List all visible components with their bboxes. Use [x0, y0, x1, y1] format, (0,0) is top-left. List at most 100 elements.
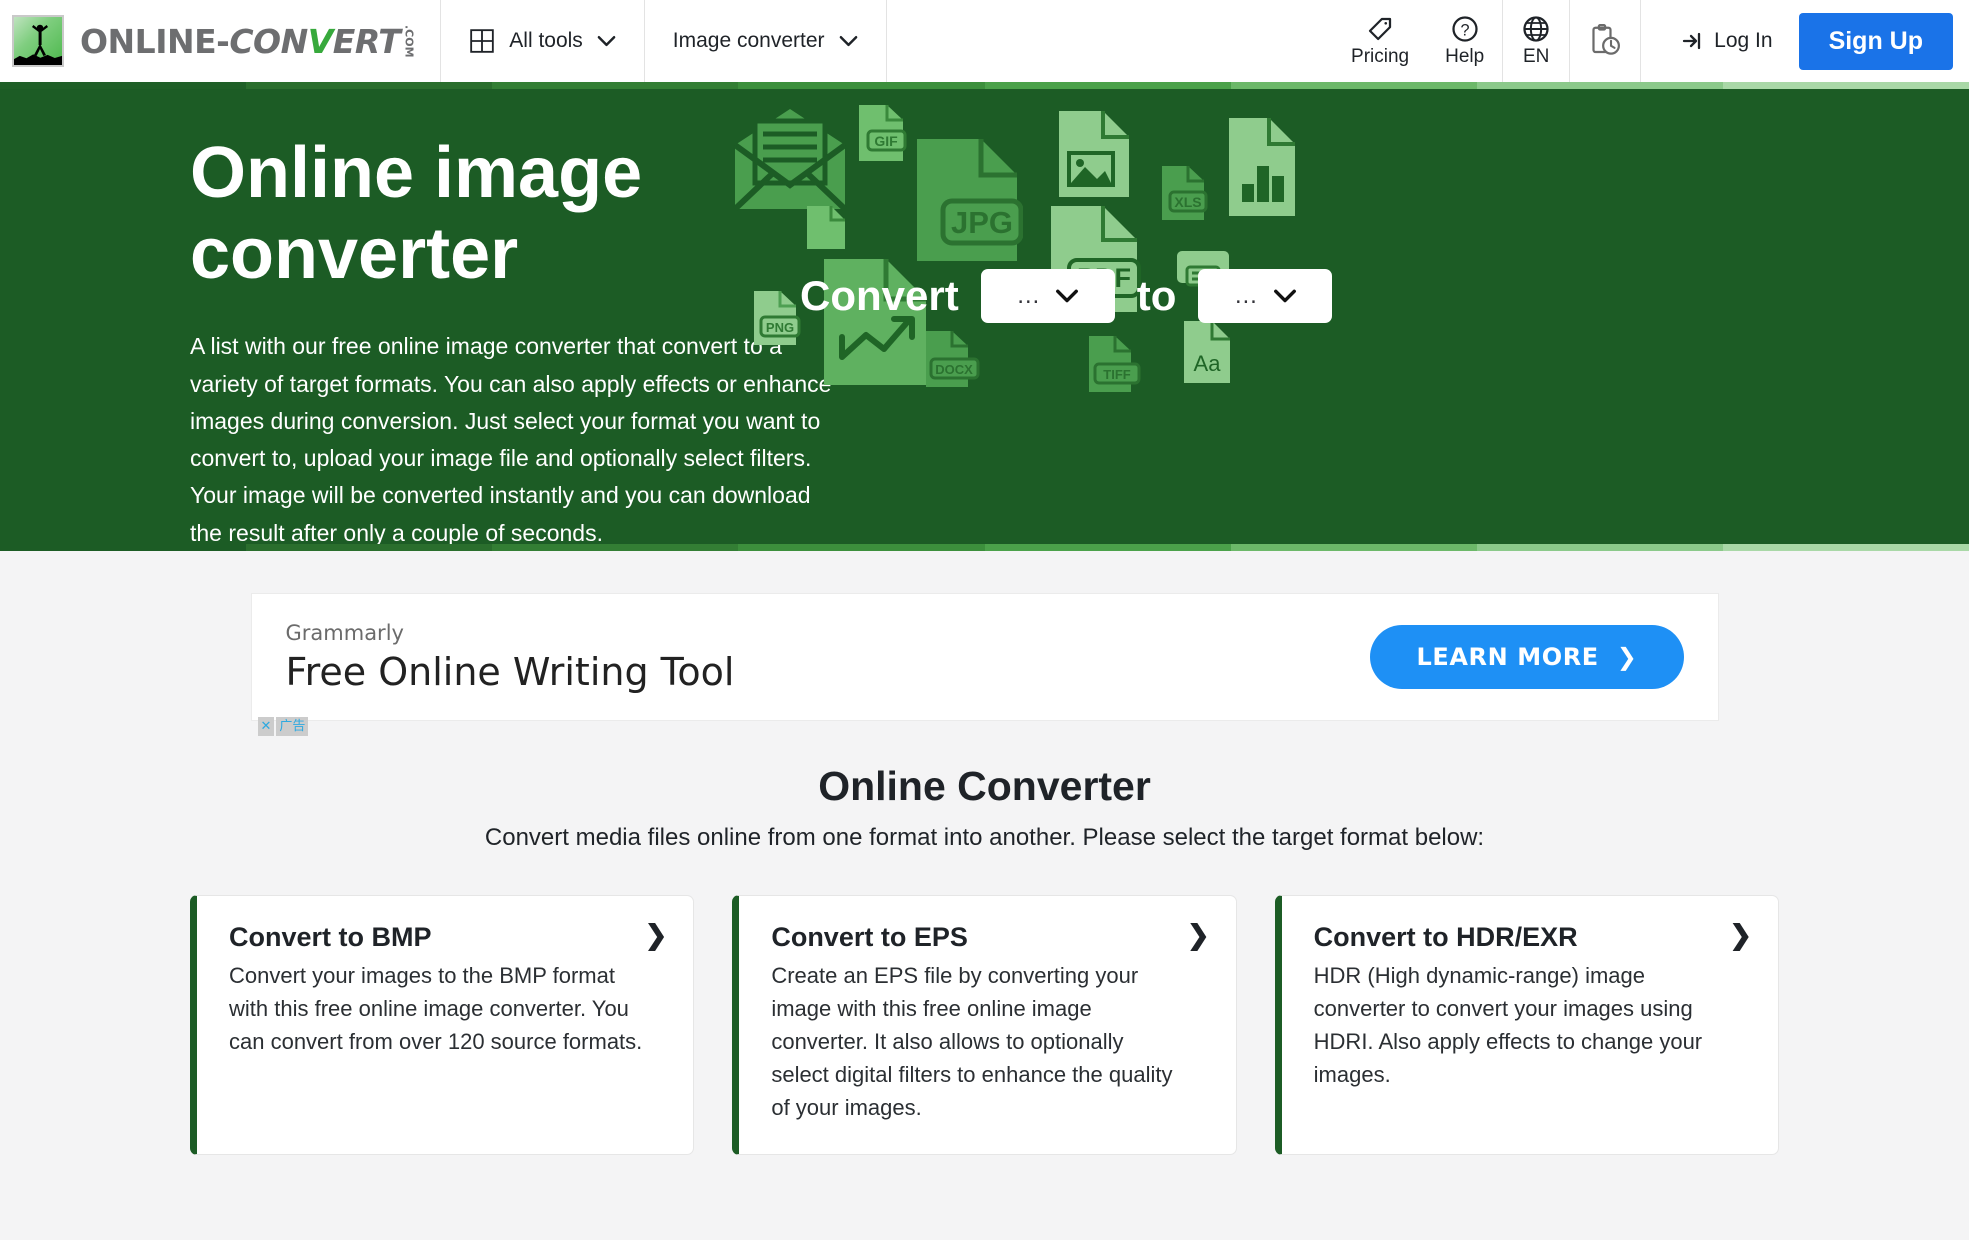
chevron-down-icon	[1273, 289, 1296, 302]
chevron-right-icon: ❯	[644, 920, 668, 950]
section-title: Online Converter	[818, 763, 1151, 809]
pricing-button[interactable]: Pricing	[1333, 0, 1427, 82]
target-format-select[interactable]: …	[1198, 269, 1333, 323]
svg-text:PNG: PNG	[766, 320, 794, 335]
logo[interactable]: ONLINE - CON V ERT .COM	[0, 0, 442, 82]
stripe-seg-7	[1476, 82, 1723, 89]
ad-close-icon[interactable]: ✕	[257, 717, 275, 736]
ad-brand: Grammarly	[285, 620, 404, 645]
nav-all-tools-label: All tools	[509, 29, 583, 52]
ad-choices-label[interactable]: 广告	[276, 717, 309, 736]
signup-button[interactable]: Sign Up	[1798, 12, 1953, 70]
ad-cta-label: LEARN MORE	[1416, 643, 1599, 671]
header-icon-group: Pricing ? Help EN	[1333, 0, 1642, 82]
chevron-down-icon	[597, 35, 616, 46]
hero-section: Online image converter A list with our f…	[0, 89, 1969, 544]
ad-learn-more-button[interactable]: LEARN MORE ❯	[1370, 625, 1684, 689]
hero-illustration: GIF JPG XLS PNG DOCX TIFF Aa Convert … t…	[732, 89, 1969, 544]
tag-icon	[1368, 17, 1392, 41]
grid-icon	[470, 29, 495, 53]
logo-part-con: CON	[229, 21, 308, 61]
pricing-label: Pricing	[1351, 46, 1410, 67]
help-label: Help	[1445, 46, 1485, 67]
top-accent-stripe	[0, 82, 1969, 89]
convert-widget: Convert … to …	[800, 269, 1333, 323]
stripe-b-seg-8	[1722, 544, 1969, 551]
card-title: Convert to EPS	[771, 922, 968, 952]
nav-image-converter-label: Image converter	[672, 29, 825, 52]
stripe-seg-2	[246, 82, 493, 89]
nav-all-tools[interactable]: All tools	[441, 0, 645, 82]
stripe-b-seg-4	[738, 544, 985, 551]
chevron-right-icon: ❯	[1729, 920, 1752, 950]
auth-zone: Log In Sign Up	[1641, 0, 1969, 82]
card-description: HDR (High dynamic-range) image converter…	[1313, 963, 1703, 1087]
login-label: Log In	[1714, 29, 1773, 52]
card-description: Create an EPS file by converting your im…	[771, 963, 1173, 1120]
stripe-b-seg-7	[1476, 544, 1723, 551]
stripe-seg-4	[738, 82, 985, 89]
source-format-select[interactable]: …	[980, 269, 1115, 323]
stripe-seg-8	[1722, 82, 1969, 89]
file-docx-icon: DOCX	[926, 331, 980, 387]
svg-text:GIF: GIF	[874, 133, 898, 149]
card-title: Convert to HDR/EXR	[1313, 922, 1578, 952]
converter-card-eps[interactable]: Convert to EPS Create an EPS file by con…	[732, 895, 1237, 1155]
file-tiff-icon: TIFF	[1089, 336, 1141, 392]
svg-text:?: ?	[1460, 21, 1469, 39]
svg-text:JPG: JPG	[951, 205, 1013, 240]
main-content: Grammarly Free Online Writing Tool LEARN…	[0, 551, 1969, 1155]
svg-text:DOCX: DOCX	[935, 362, 973, 377]
svg-text:TIFF: TIFF	[1103, 367, 1130, 382]
converter-card-hdr-exr[interactable]: Convert to HDR/EXR HDR (High dynamic-ran…	[1274, 895, 1779, 1155]
language-selector[interactable]: EN	[1503, 0, 1569, 82]
climber-figure-icon	[32, 24, 48, 56]
logo-dash: -	[216, 21, 230, 61]
bottom-accent-stripe	[0, 544, 1969, 551]
header-spacer	[887, 0, 1333, 82]
nav-image-converter[interactable]: Image converter	[645, 0, 887, 82]
section-subtitle: Convert media files online from one form…	[484, 824, 1485, 851]
file-chart-icon	[1229, 118, 1295, 216]
ad-banner[interactable]: Grammarly Free Online Writing Tool LEARN…	[250, 593, 1719, 736]
stripe-seg-6	[1230, 82, 1477, 89]
file-font-icon: Aa	[1184, 321, 1230, 383]
card-title: Convert to BMP	[229, 922, 432, 952]
clipboard-clock-icon	[1592, 23, 1621, 55]
ad-text-block: Grammarly Free Online Writing Tool	[286, 621, 735, 694]
help-button[interactable]: ? Help	[1427, 0, 1502, 82]
logo-part-v: V	[307, 21, 334, 61]
file-blank-icon	[807, 206, 845, 249]
hero-description: A list with our free online image conver…	[190, 333, 832, 544]
ad-banner-wrapper: Grammarly Free Online Writing Tool LEARN…	[0, 551, 1969, 736]
stripe-b-seg-3	[492, 544, 739, 551]
envelope-icon	[732, 109, 848, 212]
converter-card-bmp[interactable]: Convert to BMP Convert your images to th…	[190, 895, 695, 1155]
globe-icon	[1523, 16, 1549, 42]
stripe-b-seg-6	[1230, 544, 1477, 551]
logo-domain-suffix: .COM	[402, 24, 416, 58]
logo-part-ert: ERT	[332, 21, 401, 61]
ad-choices-badge[interactable]: ✕ 广告	[257, 717, 309, 736]
chevron-down-icon	[1056, 289, 1079, 302]
stripe-b-seg-2	[246, 544, 493, 551]
file-jpg-icon: JPG	[917, 139, 1023, 261]
target-format-value: …	[1233, 281, 1259, 309]
logo-part-online: ONLINE	[80, 21, 217, 61]
stripe-seg-1	[0, 82, 247, 89]
stripe-b-seg-5	[984, 544, 1231, 551]
stripe-seg-3	[492, 82, 739, 89]
file-png-icon: PNG	[754, 291, 801, 345]
login-arrow-icon	[1683, 32, 1701, 50]
hero-inner: Online image converter A list with our f…	[0, 89, 1969, 544]
to-label: to	[1136, 272, 1177, 319]
card-description: Convert your images to the BMP format wi…	[229, 963, 643, 1054]
logo-wordmark: ONLINE - CON V ERT .COM	[80, 21, 416, 61]
svg-text:Aa: Aa	[1194, 351, 1222, 376]
chevron-down-icon	[839, 35, 857, 46]
file-xls-icon: XLS	[1162, 166, 1208, 220]
svg-text:XLS: XLS	[1174, 194, 1201, 210]
convert-label: Convert	[800, 272, 959, 319]
login-button[interactable]: Log In	[1681, 29, 1773, 53]
conversion-history-button[interactable]	[1570, 0, 1640, 82]
